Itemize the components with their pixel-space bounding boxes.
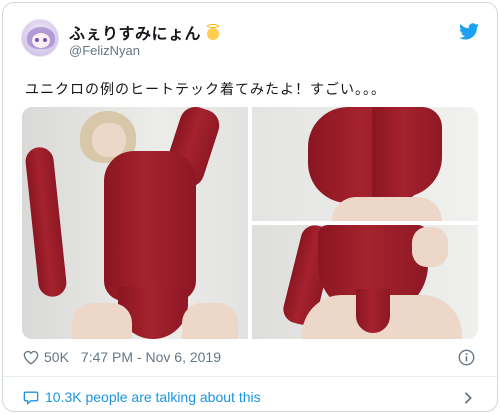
photo-face bbox=[92, 123, 126, 157]
user-handle[interactable]: @FelizNyan bbox=[69, 43, 140, 58]
tweet-stats: 50K 7:47 PM - Nov 6, 2019 bbox=[23, 349, 221, 365]
photo-arm-left bbox=[24, 145, 68, 299]
footer-divider bbox=[3, 376, 497, 377]
twitter-bird-icon[interactable] bbox=[459, 23, 479, 40]
chevron-right-icon[interactable] bbox=[463, 391, 473, 405]
user-name-row[interactable]: ふぇりすみにょん bbox=[69, 20, 221, 44]
media-grid bbox=[22, 107, 478, 339]
photo-bottom-right[interactable] bbox=[252, 225, 478, 339]
tweet-card: ふぇりすみにょん @FelizNyan ユニクロの例のヒートテック着てみたよ！す… bbox=[2, 2, 498, 412]
photo-hand bbox=[412, 227, 448, 267]
photo-crotch bbox=[356, 289, 390, 333]
photo-thigh bbox=[332, 197, 442, 221]
angel-emoji-icon bbox=[205, 24, 221, 40]
photo-top-right[interactable] bbox=[252, 107, 478, 221]
photo-main[interactable] bbox=[22, 107, 248, 339]
avatar-eye-right bbox=[43, 38, 47, 42]
tweet-timestamp[interactable]: 7:47 PM - Nov 6, 2019 bbox=[81, 349, 221, 365]
like-count[interactable]: 50K bbox=[44, 349, 69, 365]
photo-leg-right bbox=[182, 303, 238, 339]
tweet-text: ユニクロの例のヒートテック着てみたよ！すごい。。。 bbox=[25, 81, 386, 97]
info-icon[interactable] bbox=[458, 349, 475, 366]
display-name[interactable]: ふぇりすみにょん bbox=[69, 20, 201, 44]
conversation-text[interactable]: 10.3K people are talking about this bbox=[45, 389, 261, 405]
photo-torso bbox=[104, 151, 196, 301]
avatar-eye-left bbox=[35, 38, 39, 42]
conversation-link[interactable]: 10.3K people are talking about this bbox=[23, 389, 261, 405]
avatar[interactable] bbox=[21, 19, 59, 57]
speech-bubble-icon bbox=[23, 391, 39, 405]
heart-icon[interactable] bbox=[23, 350, 39, 365]
photo-leg-left bbox=[72, 303, 132, 339]
photo-back bbox=[372, 107, 442, 197]
